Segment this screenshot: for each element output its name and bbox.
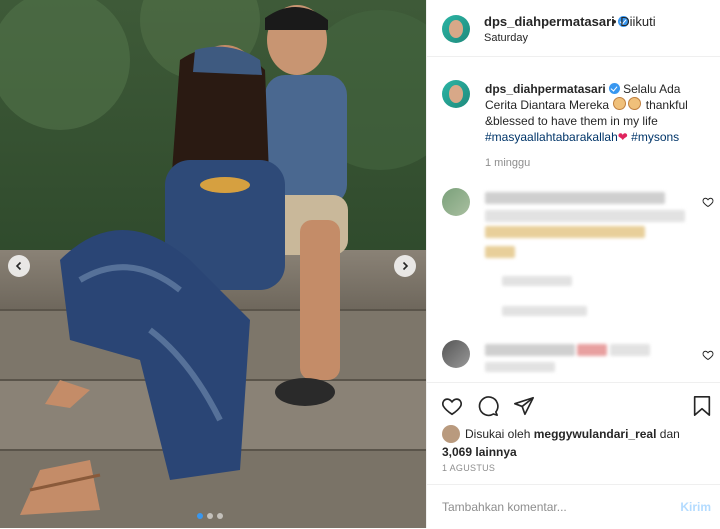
redacted-comment-text (485, 246, 515, 258)
caption-text: dps_diahpermatasari Selalu Ada Cerita Di… (485, 81, 711, 145)
redacted-comment-text (577, 344, 607, 356)
likes-prefix: Disukai oleh (465, 427, 531, 441)
heart-icon[interactable] (702, 196, 714, 208)
heart-icon[interactable] (702, 349, 714, 361)
follow-separator: • (612, 14, 617, 29)
post-comment-button[interactable]: Kirim (680, 500, 711, 514)
post-date[interactable]: 1 AGUSTUS (442, 463, 495, 473)
likes-count[interactable]: 3,069 lainnya (442, 445, 517, 459)
likes-joiner: dan (659, 427, 680, 441)
chevron-left-icon (15, 261, 22, 271)
comment-icon[interactable] (477, 395, 499, 417)
carousel-dots (197, 513, 223, 519)
caption-username[interactable]: dps_diahpermatasari (485, 82, 606, 96)
post-photo[interactable] (0, 0, 426, 528)
red-heart-emoji-icon: ❤ (617, 130, 628, 144)
hashtag-link[interactable]: #masyaallahtabarakallah (485, 130, 618, 144)
redacted-comment-text (485, 344, 575, 356)
liker-username[interactable]: meggywulandari_real (534, 427, 657, 441)
follow-status[interactable]: • Diikuti (612, 14, 656, 29)
hashtag-link[interactable]: #mysons (631, 130, 679, 144)
author-username[interactable]: dps_diahpermatasari (484, 14, 629, 29)
author-username-text[interactable]: dps_diahpermatasari (484, 14, 615, 29)
add-comment-bar: Kirim (427, 484, 720, 529)
chevron-right-icon (402, 261, 409, 271)
prev-slide-button[interactable] (8, 255, 30, 277)
bookmark-icon[interactable] (692, 395, 712, 417)
redacted-comment-text (485, 362, 555, 372)
carousel-dot-3 (217, 513, 223, 519)
likes-summary: Disukai oleh meggywulandari_real dan 3,0… (442, 425, 712, 461)
comment-item (442, 340, 714, 380)
location-subtitle[interactable]: Saturday (484, 32, 528, 44)
boy-emoji-icon (628, 97, 642, 110)
post-sidebar: dps_diahpermatasari • Diikuti Saturday d… (426, 0, 720, 528)
post-actions (427, 382, 720, 423)
carousel-dot-1 (197, 513, 203, 519)
next-slide-button[interactable] (394, 255, 416, 277)
share-icon[interactable] (513, 395, 535, 417)
commenter-avatar[interactable] (442, 188, 470, 216)
heart-icon[interactable] (441, 395, 463, 417)
redacted-comment-text (502, 276, 572, 286)
liker-avatar[interactable] (442, 425, 460, 443)
comment-input[interactable] (442, 497, 662, 517)
redacted-comment-text (610, 344, 650, 356)
redacted-comment-text (485, 192, 665, 204)
redacted-comment-text (502, 306, 587, 316)
verified-badge-icon (608, 83, 620, 94)
comment-item (442, 188, 714, 328)
post-header: dps_diahpermatasari • Diikuti Saturday (427, 0, 720, 57)
commenter-avatar[interactable] (442, 340, 470, 368)
post-image (0, 0, 426, 528)
redacted-comment-text (485, 210, 685, 222)
caption-author-avatar[interactable] (442, 80, 470, 108)
carousel-dot-2 (207, 513, 213, 519)
follow-status-label[interactable]: Diikuti (620, 14, 655, 29)
boy-emoji-icon (613, 97, 627, 110)
redacted-comment-text (485, 226, 645, 238)
caption-timestamp[interactable]: 1 minggu (485, 157, 530, 169)
author-avatar[interactable] (442, 15, 470, 43)
